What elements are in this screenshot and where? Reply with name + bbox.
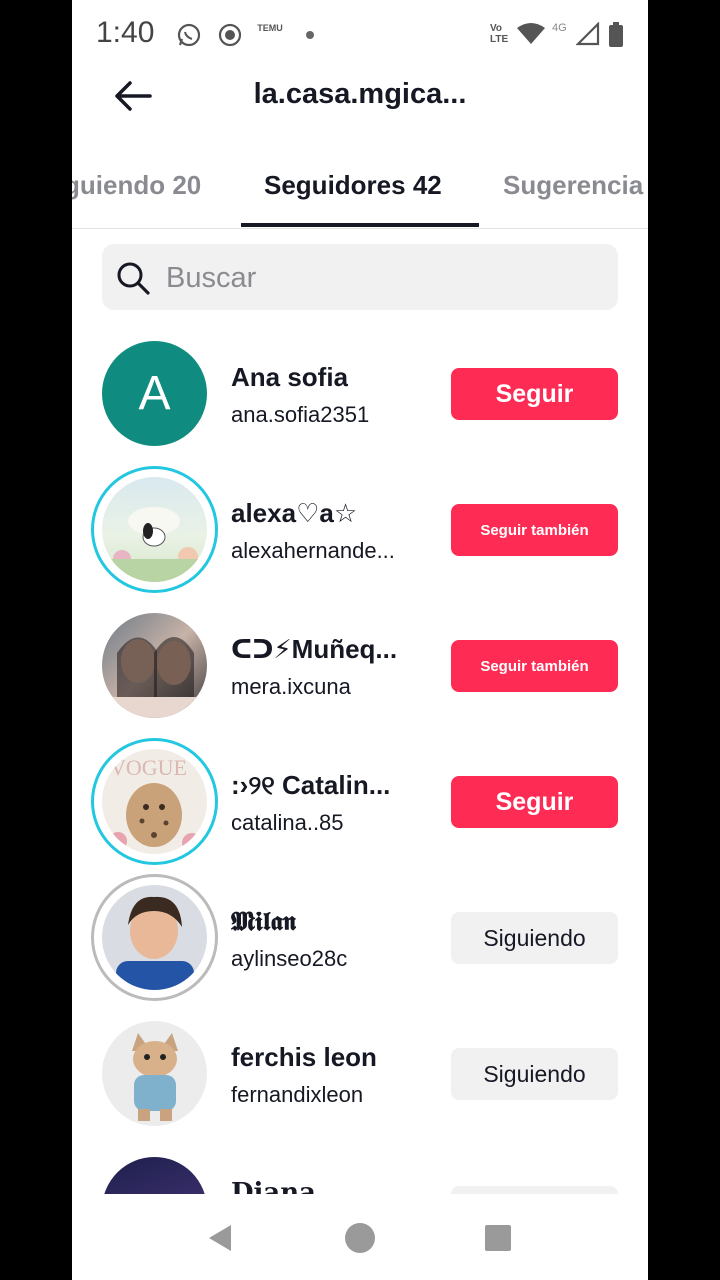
list-item[interactable]: 𝕸𝖎𝖑𝖆𝖓 aylinseo28c Siguiendo bbox=[72, 870, 648, 1006]
nav-back-button[interactable] bbox=[204, 1222, 236, 1254]
avatar-image: VOGUE bbox=[109, 755, 202, 853]
avatar[interactable] bbox=[102, 613, 207, 718]
following-button[interactable]: Siguiendo bbox=[451, 912, 618, 964]
user-name: :›୨୧ Catalin... bbox=[231, 770, 391, 800]
list-item[interactable]: A Ana sofia ana.sofia2351 Seguir bbox=[72, 326, 648, 462]
page-title: la.casa.mgica... bbox=[253, 78, 467, 110]
notification-dot-icon bbox=[306, 31, 314, 39]
wifi-icon bbox=[516, 22, 546, 46]
back-arrow-icon bbox=[115, 81, 152, 111]
volte-icon: Vo LTE bbox=[490, 23, 509, 45]
record-icon bbox=[217, 22, 243, 48]
avatar[interactable]: A bbox=[102, 341, 207, 446]
avatar-letter: A bbox=[138, 367, 171, 420]
avatar[interactable] bbox=[102, 1021, 207, 1126]
following-button[interactable]: Siguiendo bbox=[451, 1048, 618, 1100]
temu-icon: TEMU bbox=[257, 23, 283, 33]
avatar[interactable] bbox=[91, 466, 218, 593]
user-handle: aylinseo28c bbox=[231, 946, 348, 971]
avatar-image bbox=[132, 1033, 178, 1121]
battery-icon bbox=[608, 22, 624, 48]
avatar-image bbox=[102, 507, 207, 582]
nav-home-button[interactable] bbox=[344, 1222, 376, 1254]
square-recents-icon bbox=[485, 1225, 511, 1251]
search-icon bbox=[116, 261, 150, 300]
whatsapp-icon bbox=[176, 22, 202, 48]
follow-button[interactable]: Seguir bbox=[451, 776, 618, 828]
following-button[interactable] bbox=[451, 1186, 618, 1194]
tab-bar: guiendo 20 Seguidores 42 Sugerencia bbox=[72, 150, 648, 229]
follow-button[interactable]: Seguir bbox=[451, 368, 618, 420]
nav-recents-button[interactable] bbox=[482, 1222, 514, 1254]
user-name: ferchis leon bbox=[231, 1042, 377, 1072]
avatar[interactable] bbox=[102, 1157, 207, 1194]
user-handle: fernandixleon bbox=[231, 1082, 364, 1107]
tab-suggestions[interactable]: Sugerencia bbox=[503, 170, 643, 201]
search-bar[interactable] bbox=[102, 244, 618, 310]
list-item[interactable]: ᑕᑐ⚡Muñeq... mera.ixcuna Seguir también bbox=[72, 598, 648, 734]
follow-back-button[interactable]: Seguir también bbox=[451, 640, 618, 692]
search-input[interactable] bbox=[164, 254, 598, 302]
signal-icon bbox=[576, 22, 600, 46]
avatar[interactable] bbox=[91, 874, 218, 1001]
active-tab-indicator bbox=[241, 223, 479, 227]
avatar-image bbox=[102, 637, 207, 718]
user-handle: catalina..85 bbox=[231, 810, 344, 835]
list-item[interactable]: Diana bbox=[72, 1142, 648, 1194]
user-name: 𝕸𝖎𝖑𝖆𝖓 bbox=[231, 906, 297, 936]
status-time: 1:40 bbox=[96, 16, 155, 49]
circle-home-icon bbox=[345, 1223, 375, 1253]
back-button[interactable] bbox=[108, 74, 156, 118]
follower-list: A Ana sofia ana.sofia2351 Seguir alexa♡a… bbox=[72, 326, 648, 1194]
list-item[interactable]: ferchis leon fernandixleon Siguiendo bbox=[72, 1006, 648, 1142]
status-bar: 1:40 TEMU Vo LTE 4G bbox=[72, 0, 648, 70]
list-item[interactable]: alexa♡a☆ alexahernande... Seguir también bbox=[72, 462, 648, 598]
user-name: alexa♡a☆ bbox=[231, 498, 358, 528]
user-name: ᑕᑐ⚡Muñeq... bbox=[231, 634, 398, 664]
header: la.casa.mgica... bbox=[72, 70, 648, 122]
network-type-label: 4G bbox=[552, 22, 567, 34]
system-nav-bar bbox=[72, 1194, 648, 1280]
tab-followers[interactable]: Seguidores 42 bbox=[264, 170, 442, 201]
avatar[interactable]: VOGUE bbox=[91, 738, 218, 865]
user-handle: alexahernande... bbox=[231, 538, 395, 563]
user-handle: mera.ixcuna bbox=[231, 674, 351, 699]
tab-following[interactable]: guiendo 20 bbox=[72, 170, 201, 201]
screen: 1:40 TEMU Vo LTE 4G la.casa.mgica... gui… bbox=[72, 0, 648, 1280]
user-handle: ana.sofia2351 bbox=[231, 402, 370, 427]
user-name: Ana sofia bbox=[231, 362, 349, 392]
user-name: Diana bbox=[231, 1178, 317, 1194]
triangle-back-icon bbox=[209, 1225, 231, 1251]
list-item[interactable]: VOGUE :›୨୧ Catalin... catalina..85 Segui… bbox=[72, 734, 648, 870]
follow-back-button[interactable]: Seguir también bbox=[451, 504, 618, 556]
avatar-image bbox=[116, 896, 194, 990]
